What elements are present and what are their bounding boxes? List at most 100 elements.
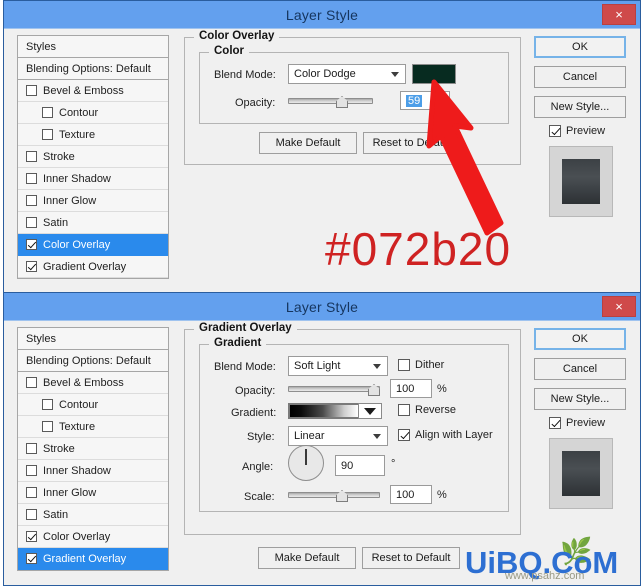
cancel-button[interactable]: Cancel — [534, 66, 626, 88]
checkbox-icon[interactable] — [42, 399, 53, 410]
checkbox-icon[interactable] — [398, 404, 410, 416]
close-icon[interactable]: × — [602, 296, 636, 317]
checkbox-icon[interactable] — [549, 125, 561, 137]
new-style-label: New Style... — [550, 101, 610, 113]
checkbox-icon[interactable] — [26, 443, 37, 454]
checkbox-icon[interactable] — [26, 85, 37, 96]
preview-thumbnail-image — [562, 451, 600, 496]
opacity-input[interactable]: 100 — [390, 379, 432, 398]
sidebar-item-texture[interactable]: Texture — [18, 416, 168, 438]
angle-needle — [305, 449, 307, 465]
blend-mode-select[interactable]: Soft Light — [288, 356, 388, 376]
sidebar-item-label: Contour — [59, 106, 99, 119]
new-style-button[interactable]: New Style... — [534, 96, 626, 118]
angle-dial[interactable] — [288, 445, 324, 481]
sidebar-item-inner-shadow[interactable]: Inner Shadow — [18, 168, 168, 190]
dialog-body-color-overlay: Styles Blending Options: Default Bevel &… — [4, 28, 640, 292]
checkbox-icon[interactable] — [549, 417, 561, 429]
sidebar-item-satin[interactable]: Satin — [18, 212, 168, 234]
sidebar-item-stroke[interactable]: Stroke — [18, 438, 168, 460]
ok-label: OK — [572, 333, 588, 345]
sidebar-item-texture[interactable]: Texture — [18, 124, 168, 146]
checkbox-icon[interactable] — [26, 173, 37, 184]
sidebar-item-color-overlay[interactable]: Color Overlay — [18, 526, 168, 548]
style-select[interactable]: Linear — [288, 426, 388, 446]
color-legend: Color — [209, 45, 250, 57]
checkbox-icon[interactable] — [26, 487, 37, 498]
sidebar-item-contour[interactable]: Contour — [18, 102, 168, 124]
cancel-label: Cancel — [562, 71, 598, 83]
checkbox-icon[interactable] — [26, 217, 37, 228]
sidebar-item-label: Satin — [43, 508, 69, 521]
close-icon[interactable]: × — [602, 4, 636, 25]
sidebar-item-label: Color Overlay — [43, 238, 111, 251]
blend-mode-label: Blend Mode: — [214, 361, 276, 373]
styles-header-label: Styles — [26, 40, 56, 53]
checkbox-icon[interactable] — [26, 465, 37, 476]
reset-to-default-button[interactable]: Reset to Default — [362, 547, 460, 569]
align-with-layer-checkbox[interactable]: Align with Layer — [398, 429, 493, 441]
cancel-button[interactable]: Cancel — [534, 358, 626, 380]
preview-thumbnail-image — [562, 159, 600, 204]
gradient-preview[interactable] — [288, 403, 382, 419]
make-default-button[interactable]: Make Default — [259, 132, 357, 154]
sidebar-item-label: Color Overlay — [43, 530, 111, 543]
styles-list-header[interactable]: Styles — [18, 328, 168, 350]
checkbox-icon[interactable] — [26, 151, 37, 162]
ok-button[interactable]: OK — [534, 36, 626, 58]
preview-checkbox[interactable]: Preview — [549, 125, 605, 137]
align-with-layer-label: Align with Layer — [415, 429, 493, 441]
preview-checkbox[interactable]: Preview — [549, 417, 605, 429]
style-label: Style: — [247, 431, 275, 443]
reset-to-default-button[interactable]: Reset to Default — [363, 132, 461, 154]
sidebar-item-stroke[interactable]: Stroke — [18, 146, 168, 168]
reverse-checkbox[interactable]: Reverse — [398, 404, 456, 416]
styles-list: Styles Blending Options: Default Bevel &… — [17, 35, 169, 279]
checkbox-icon[interactable] — [398, 429, 410, 441]
color-swatch[interactable] — [412, 64, 456, 84]
checkbox-icon[interactable] — [26, 509, 37, 520]
checkbox-icon[interactable] — [26, 261, 37, 272]
sidebar-item-contour[interactable]: Contour — [18, 394, 168, 416]
preview-thumbnail — [549, 438, 613, 509]
dither-checkbox[interactable]: Dither — [398, 359, 444, 371]
gradient-dropdown-button[interactable] — [358, 403, 382, 419]
opacity-slider[interactable] — [288, 93, 373, 109]
ok-label: OK — [572, 41, 588, 53]
sidebar-item-inner-glow[interactable]: Inner Glow — [18, 482, 168, 504]
styles-list-header[interactable]: Styles — [18, 36, 168, 58]
scale-input[interactable]: 100 — [390, 485, 432, 504]
make-default-button[interactable]: Make Default — [258, 547, 356, 569]
titlebar-gradient-overlay: Layer Style × — [4, 293, 640, 320]
sidebar-item-gradient-overlay[interactable]: Gradient Overlay — [18, 548, 168, 570]
blend-mode-select[interactable]: Color Dodge — [288, 64, 406, 84]
sidebar-item-label: Gradient Overlay — [43, 260, 127, 273]
sidebar-item-satin[interactable]: Satin — [18, 504, 168, 526]
checkbox-icon[interactable] — [26, 531, 37, 542]
checkbox-icon[interactable] — [42, 129, 53, 140]
checkbox-icon[interactable] — [42, 421, 53, 432]
sidebar-item-inner-shadow[interactable]: Inner Shadow — [18, 460, 168, 482]
checkbox-icon[interactable] — [26, 553, 37, 564]
angle-input[interactable]: 90 — [335, 455, 385, 476]
sidebar-item-color-overlay[interactable]: Color Overlay — [18, 234, 168, 256]
checkbox-icon[interactable] — [26, 377, 37, 388]
color-overlay-group: Color Overlay Color Blend Mode: Color Do… — [184, 30, 521, 165]
checkbox-icon[interactable] — [26, 239, 37, 250]
blending-options-row[interactable]: Blending Options: Default — [18, 350, 168, 372]
sidebar-item-gradient-overlay[interactable]: Gradient Overlay — [18, 256, 168, 278]
opacity-slider[interactable] — [288, 381, 380, 397]
sidebar-item-inner-glow[interactable]: Inner Glow — [18, 190, 168, 212]
scale-slider[interactable] — [288, 487, 380, 503]
sidebar-item-bevel-emboss[interactable]: Bevel & Emboss — [18, 372, 168, 394]
new-style-button[interactable]: New Style... — [534, 388, 626, 410]
checkbox-icon[interactable] — [42, 107, 53, 118]
checkbox-icon[interactable] — [26, 195, 37, 206]
sidebar-item-label: Bevel & Emboss — [43, 84, 124, 97]
blending-options-row[interactable]: Blending Options: Default — [18, 58, 168, 80]
checkbox-icon[interactable] — [398, 359, 410, 371]
ok-button[interactable]: OK — [534, 328, 626, 350]
opacity-input[interactable]: 59 — [400, 91, 450, 110]
sidebar-item-bevel-emboss[interactable]: Bevel & Emboss — [18, 80, 168, 102]
sidebar-item-label: Texture — [59, 420, 96, 433]
